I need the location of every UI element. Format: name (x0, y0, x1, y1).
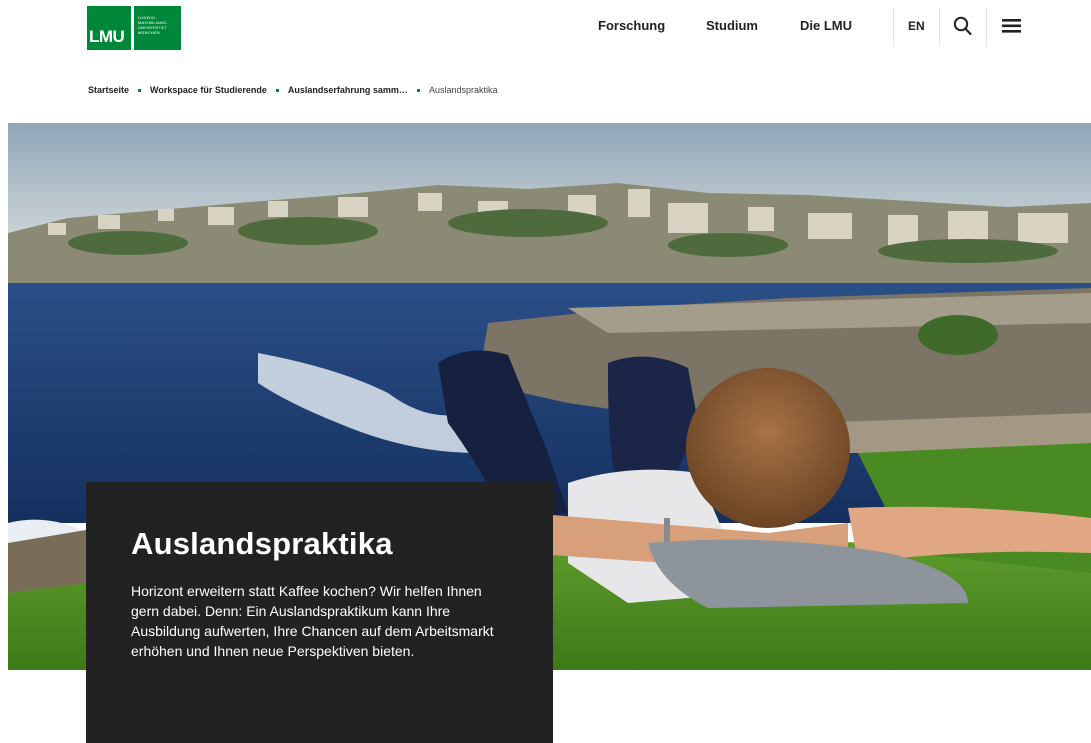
breadcrumb-separator (275, 88, 279, 92)
site-header: LMU LUDWIG- MAXIMILIANS- UNIVERSITÄT MÜN… (0, 0, 1091, 70)
search-button[interactable] (952, 14, 974, 38)
logo-line: MÜNCHEN (138, 30, 160, 35)
breadcrumb-link-startseite[interactable]: Startseite (88, 85, 129, 95)
menu-button[interactable] (1000, 16, 1024, 36)
intro-text: Horizont erweitern statt Kaffee kochen? … (131, 583, 494, 659)
breadcrumb-link-workspace[interactable]: Workspace für Studierende (150, 85, 267, 95)
lmu-logo-letters: LMU (89, 27, 125, 46)
page-title: Auslandspraktika (131, 526, 393, 561)
breadcrumb-separator (138, 88, 142, 92)
breadcrumb-separator (416, 88, 420, 92)
search-icon (953, 16, 972, 36)
intro-box: Auslandspraktika Horizont erweitern stat… (86, 482, 553, 743)
lmu-logo-wordmark: LUDWIG- MAXIMILIANS- UNIVERSITÄT MÜNCHEN (134, 6, 181, 50)
header-divider (893, 8, 894, 46)
breadcrumb-link-auslandserfahrung[interactable]: Auslandserfahrung samm… (288, 85, 408, 95)
breadcrumb-current: Auslandspraktika (428, 85, 498, 95)
hamburger-menu-icon (1002, 19, 1021, 33)
breadcrumb: Startseite Workspace für Studierende Aus… (88, 85, 497, 95)
nav-item-forschung[interactable]: Forschung (598, 18, 665, 38)
nav-item-die-lmu[interactable]: Die LMU (800, 18, 852, 38)
lmu-logo-mark: LMU (87, 6, 131, 50)
header-divider (986, 8, 987, 46)
language-switch[interactable]: EN (908, 19, 925, 33)
lmu-logo[interactable]: LMU LUDWIG- MAXIMILIANS- UNIVERSITÄT MÜN… (87, 6, 181, 50)
header-divider (939, 8, 940, 46)
nav-item-studium[interactable]: Studium (706, 18, 758, 38)
